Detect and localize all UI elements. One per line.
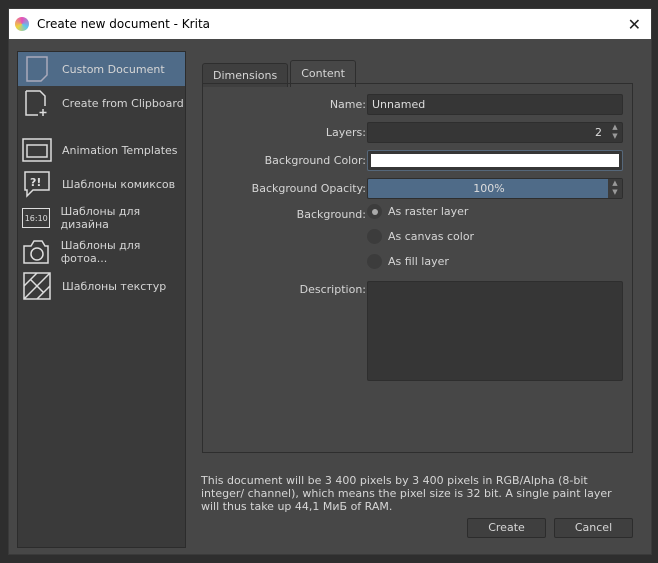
sidebar-item-label: Шаблоны текстур (62, 279, 167, 293)
opacity-slider[interactable]: 100% ▲ ▼ (367, 178, 623, 199)
sidebar-item-clipboard[interactable]: Create from Clipboard (18, 86, 185, 120)
sidebar-item-label: Custom Document (62, 62, 165, 76)
window-title: Create new document - Krita (37, 17, 211, 31)
sidebar-item-design[interactable]: 16:10 Шаблоны для дизайна (18, 201, 185, 235)
sidebar-item-comics[interactable]: ?! Шаблоны комиксов (18, 167, 185, 201)
texture-icon (22, 271, 52, 301)
radio-label: As canvas color (388, 230, 475, 243)
bgcolor-button[interactable] (367, 150, 623, 171)
color-swatch (371, 154, 619, 167)
radio-label: As raster layer (388, 205, 469, 218)
radio-raster-layer[interactable]: As raster layer (367, 204, 468, 219)
radio-indicator (367, 254, 382, 269)
clipboard-new-icon (22, 88, 52, 118)
name-label: Name: (329, 98, 366, 111)
description-label: Description: (299, 283, 366, 296)
ratio-16-10-icon: 16:10 (22, 208, 51, 228)
layers-value: 2 (595, 126, 602, 139)
layers-spinbox[interactable]: 2 ▲ ▼ (367, 122, 623, 143)
sidebar-item-label: Шаблоны для фотоа... (60, 239, 141, 265)
radio-indicator (367, 204, 382, 219)
close-icon[interactable]: ✕ (628, 15, 641, 34)
sidebar-item-texture[interactable]: Шаблоны текстур (18, 269, 185, 303)
content-pane: Name: Unnamed Layers: 2 ▲ ▼ Background Col… (202, 83, 633, 453)
radio-indicator (367, 229, 382, 244)
bgcolor-label: Background Color: (264, 154, 366, 167)
radio-canvas-color[interactable]: As canvas color (367, 229, 474, 244)
description-textarea[interactable] (367, 281, 623, 381)
create-button[interactable]: Create (467, 518, 546, 538)
sidebar-item-label: Шаблоны комиксов (62, 177, 176, 191)
cancel-button[interactable]: Cancel (554, 518, 633, 538)
title-bar: Create new document - Krita ✕ (9, 9, 651, 39)
document-info-text: This document will be 3 400 pixels by 3 … (201, 474, 612, 513)
krita-logo-icon (15, 17, 29, 31)
spin-arrows-icon[interactable]: ▲ ▼ (608, 123, 622, 142)
sidebar-item-animation[interactable]: Animation Templates (18, 133, 185, 167)
dialog-window: Create new document - Krita ✕ Custom Doc… (8, 8, 652, 555)
sidebar-item-label: Animation Templates (62, 143, 178, 157)
animation-icon (22, 135, 52, 165)
template-sidebar: Custom Document Create from Clipboard An… (17, 51, 186, 548)
svg-text:?!: ?! (30, 176, 41, 189)
camera-icon (22, 237, 51, 267)
background-label: Background: (296, 208, 366, 221)
opacity-value: 100% (473, 182, 505, 195)
document-icon (22, 54, 52, 84)
opacity-label: Background Opacity: (251, 182, 366, 195)
name-input[interactable]: Unnamed (367, 94, 623, 115)
sidebar-item-photo[interactable]: Шаблоны для фотоа... (18, 235, 185, 269)
sidebar-item-custom-document[interactable]: Custom Document (18, 52, 185, 86)
sidebar-item-label: Create from Clipboard (62, 96, 184, 110)
comic-bubble-icon: ?! (22, 169, 52, 199)
radio-fill-layer[interactable]: As fill layer (367, 254, 449, 269)
layers-label: Layers: (325, 126, 366, 139)
radio-label: As fill layer (388, 255, 449, 268)
sidebar-item-label: Шаблоны для дизайна (60, 205, 141, 231)
spin-arrows-icon[interactable]: ▲ ▼ (608, 179, 622, 198)
